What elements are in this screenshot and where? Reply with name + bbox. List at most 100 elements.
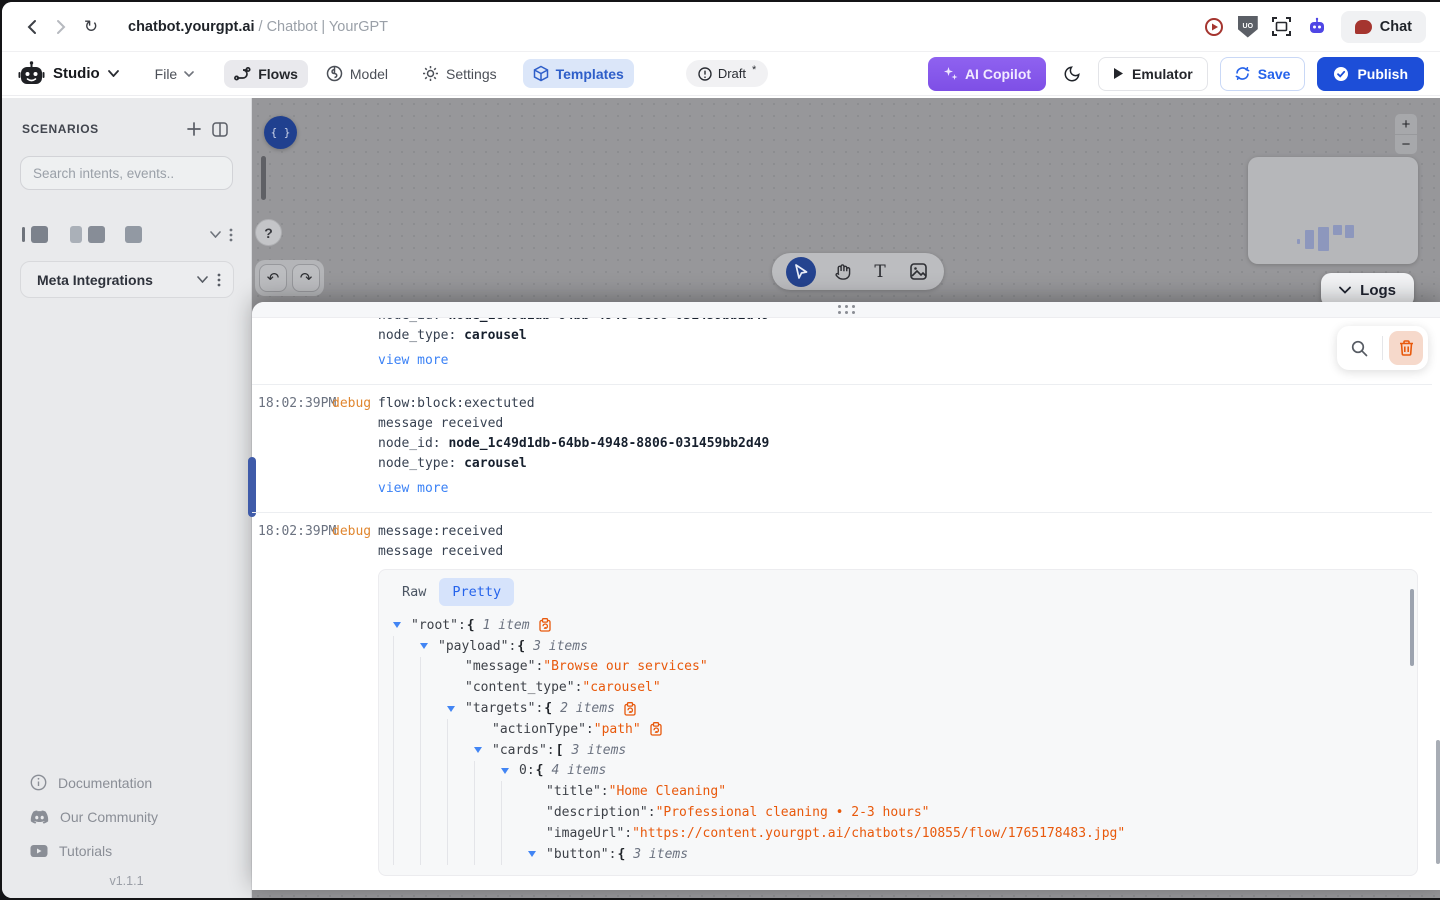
redo-button[interactable]: ↷ [292,264,320,292]
emulator-button[interactable]: Emulator [1098,57,1208,91]
minimap-node [1305,230,1314,249]
variables-json-button[interactable]: { } [264,116,297,149]
community-link[interactable]: Our Community [2,800,251,834]
scenario-list-item[interactable] [22,226,233,243]
minimap[interactable] [1248,157,1418,264]
add-scenario-button[interactable] [181,116,207,142]
help-button[interactable]: ? [255,219,282,246]
clear-logs-button[interactable] [1389,331,1423,365]
json-colon: : [458,618,466,633]
json-tree-row: "root" : {1 item [393,615,1403,636]
scenario-search[interactable] [20,156,233,190]
collapse-sidebar-button[interactable] [207,116,233,142]
save-label: Save [1258,66,1291,82]
json-tree-row: "content_type" : "carousel" [393,677,1403,698]
log-entry: 18:02:39PMdebugmessage:receivedmessage r… [252,513,1432,890]
copy-icon[interactable] [650,722,662,736]
log-line: message:received [378,522,1432,542]
indent-guide [393,761,420,782]
json-viewer-scrollbar[interactable] [1410,589,1414,666]
indent-guide [420,719,447,740]
json-count: 1 item [483,618,530,633]
copy-icon[interactable] [539,618,551,632]
tab-templates[interactable]: Templates [523,59,634,88]
youtube-icon [30,844,48,858]
kebab-menu-icon[interactable] [229,228,233,242]
file-menu[interactable]: File [145,60,205,88]
save-button[interactable]: Save [1220,57,1306,91]
json-row-text: "cards" : [3 items [492,740,626,761]
kebab-menu-icon[interactable] [217,273,221,287]
collapse-arrow[interactable] [420,636,438,657]
collapse-arrow[interactable] [393,615,411,636]
arrow-spacer [474,719,492,740]
screenshot-extension-icon[interactable] [1271,16,1293,38]
chevron-down-icon[interactable] [197,276,208,283]
flow-icon [234,66,251,81]
collapse-arrow[interactable] [474,740,492,761]
log-body: message:receivedmessage receivedRawPrett… [378,522,1432,890]
browser-reload-icon[interactable]: ↻ [76,12,106,42]
collapse-arrow[interactable] [447,698,465,719]
log-search-button[interactable] [1342,331,1376,365]
collapse-arrow[interactable] [528,844,546,865]
image-tool-button[interactable] [906,260,930,284]
search-input[interactable] [33,166,220,181]
chat-extension-button[interactable]: Chat [1341,11,1426,43]
tab-flows[interactable]: Flows [224,60,308,88]
zoom-in-button[interactable]: + [1395,114,1417,134]
browser-back-icon[interactable] [16,12,46,42]
chat-label: Chat [1380,19,1412,35]
tab-pretty[interactable]: Pretty [439,578,514,606]
copy-icon[interactable] [624,702,636,716]
pan-tool-button[interactable] [830,260,854,284]
publish-button[interactable]: Publish [1317,57,1424,91]
file-label: File [155,66,178,82]
browser-forward-icon[interactable] [46,12,76,42]
chevron-down-icon[interactable] [210,231,221,238]
indent-guide [474,781,501,802]
indent-guide [474,761,501,782]
json-key: "cards" [492,743,547,758]
scenario-group-meta-integrations[interactable]: Meta Integrations [20,261,234,298]
cursor-icon [794,264,808,279]
collapse-arrow[interactable] [501,761,519,782]
canvas-drag-handle[interactable] [261,156,266,200]
json-colon: : [508,639,516,654]
model-label: Model [350,66,388,82]
search-icon [1351,340,1368,357]
tab-raw[interactable]: Raw [389,578,439,606]
skeleton-block [88,226,105,243]
undo-button[interactable]: ↶ [259,264,287,292]
view-more-link[interactable]: view more [378,479,448,499]
indent-guide [447,802,474,823]
logs-panel-drag-bar[interactable] [252,302,1440,318]
tab-settings[interactable]: Settings [412,59,507,88]
select-tool-button[interactable] [786,257,816,287]
log-line: node_type: carousel [378,326,1432,346]
triangle-icon [447,706,455,712]
indent-guide [420,761,447,782]
robot-extension-icon[interactable] [1306,16,1328,38]
url-bar[interactable]: chatbot.yourgpt.ai / Chatbot | YourGPT [128,19,388,35]
logs-scrollbar[interactable] [1436,740,1440,864]
ai-copilot-button[interactable]: AI Copilot [928,57,1046,91]
log-level-badge: debug [332,522,378,890]
json-tree-row: 0 : {4 items [393,761,1403,782]
json-tree-row: "payload" : {3 items [393,636,1403,657]
text-tool-button[interactable]: T [868,260,892,284]
studio-menu[interactable]: Studio [18,61,119,87]
sidebar-title: SCENARIOS [22,122,181,136]
tab-model[interactable]: Model [316,59,398,88]
draft-status-badge[interactable]: Draft * [686,60,768,87]
tutorials-link[interactable]: Tutorials [2,834,251,868]
indent-guide [447,719,474,740]
view-more-link[interactable]: view more [378,351,448,371]
zoom-out-button[interactable]: − [1395,134,1417,154]
shield-extension-icon[interactable]: UO [1238,16,1258,38]
view-less-link[interactable]: view less [378,889,448,890]
documentation-link[interactable]: Documentation [2,765,251,800]
dark-mode-toggle[interactable] [1058,60,1086,88]
record-extension-icon[interactable] [1203,16,1225,38]
triangle-icon [420,643,428,649]
